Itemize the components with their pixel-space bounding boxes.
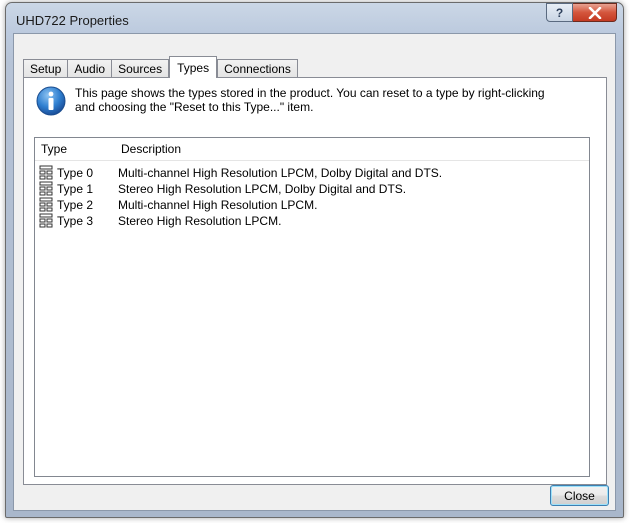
list-item[interactable]: Type 0 Multi-channel High Resolution LPC…	[35, 165, 589, 181]
tab-types[interactable]: Types	[169, 56, 218, 78]
types-tab-panel: This page shows the types stored in the …	[23, 77, 607, 485]
list-header: Type Description	[35, 138, 589, 161]
column-header-type[interactable]: Type	[41, 142, 67, 156]
window-title: UHD722 Properties	[16, 13, 129, 28]
help-button[interactable]: ?	[546, 3, 573, 22]
tab-sources[interactable]: Sources	[111, 59, 170, 78]
dialog-client-area: Setup Audio Sources Types Connections Th…	[13, 33, 616, 511]
info-text-line1: This page shows the types stored in the …	[75, 86, 545, 100]
properties-dialog: UHD722 Properties ? Setup Audio Sources …	[5, 2, 624, 518]
info-message: This page shows the types stored in the …	[75, 86, 595, 114]
column-header-description[interactable]: Description	[121, 142, 181, 156]
tab-setup[interactable]: Setup	[23, 59, 69, 78]
type-icon	[39, 165, 53, 180]
tab-strip: Setup Audio Sources Types Connections	[23, 56, 298, 78]
list-item-type: Type 0	[57, 166, 94, 180]
help-icon: ?	[555, 5, 564, 20]
type-icon	[39, 197, 53, 212]
close-icon	[588, 6, 601, 19]
list-item[interactable]: Type 1 Stereo High Resolution LPCM, Dolb…	[35, 181, 589, 197]
list-item-description: Multi-channel High Resolution LPCM.	[118, 198, 318, 212]
list-item-type: Type 1	[57, 182, 94, 196]
tab-audio[interactable]: Audio	[67, 59, 113, 78]
list-item-description: Stereo High Resolution LPCM.	[118, 214, 282, 228]
list-item-type: Type 2	[57, 198, 94, 212]
list-item-description: Stereo High Resolution LPCM, Dolby Digit…	[118, 182, 407, 196]
list-item[interactable]: Type 3 Stereo High Resolution LPCM.	[35, 213, 589, 229]
list-item-type: Type 3	[57, 214, 94, 228]
caption-buttons: ?	[546, 3, 617, 22]
window-close-button[interactable]	[573, 3, 617, 22]
type-icon	[39, 181, 53, 196]
types-list[interactable]: Type Description Type 0 Multi-channel Hi…	[34, 137, 590, 477]
list-item[interactable]: Type 2 Multi-channel High Resolution LPC…	[35, 197, 589, 213]
close-button[interactable]: Close	[550, 485, 609, 506]
list-item-description: Multi-channel High Resolution LPCM, Dolb…	[118, 166, 443, 180]
info-text-line2: and choosing the "Reset to this Type..."…	[75, 100, 314, 114]
type-icon	[39, 213, 53, 228]
info-icon	[36, 86, 66, 116]
tab-connections[interactable]: Connections	[217, 59, 298, 78]
